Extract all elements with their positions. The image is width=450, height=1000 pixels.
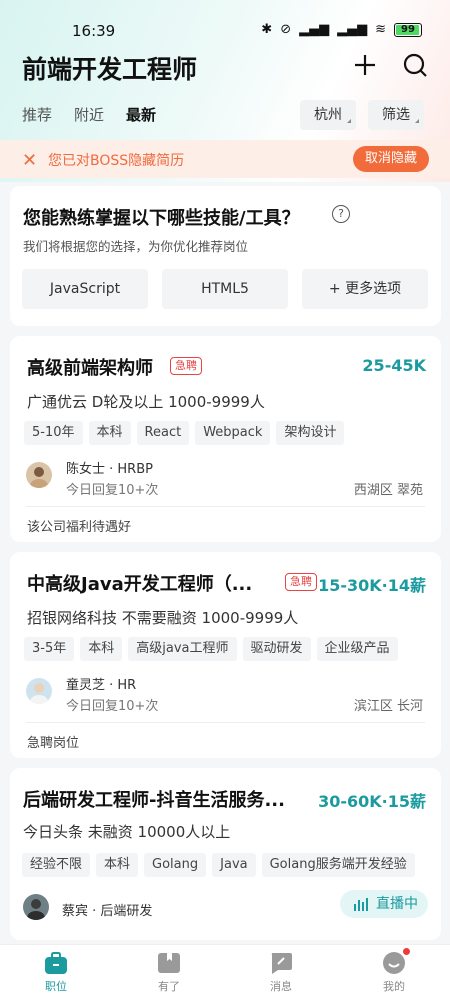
briefcase-icon [44,951,68,975]
reply-rate: 今日回复10+次 [66,483,159,498]
salary: 25-45K [362,356,426,375]
reply-rate: 今日回复10+次 [66,699,159,714]
nav-label: 职位 [45,980,67,993]
job-tags: 5-10年 本科 React Webpack 架构设计 [24,421,345,445]
live-stream-button[interactable]: 直播中 [340,890,428,918]
job-highlight: 急聘岗位 [27,736,80,751]
job-tag: 驱动研发 [242,637,311,661]
close-icon[interactable]: ✕ [22,150,37,171]
battery-icon: 99 [394,22,422,37]
job-card[interactable]: 后端研发工程师-抖音生活服务... 30-60K·15薪 今日头条 未融资 10… [10,768,441,940]
salary: 30-60K·15薪 [318,792,426,811]
job-location: 西湖区 翠苑 [353,483,423,498]
profile-icon [382,948,410,975]
job-tags: 经验不限 本科 Golang Java Golang服务端开发经验 [22,853,415,877]
unhide-button[interactable]: 取消隐藏 [353,146,430,172]
recruiter-name: 童灵芝 · HR [66,678,137,693]
urgent-badge: 急聘 [285,573,317,591]
hidden-resume-banner: ✕ 您已对BOSS隐藏简历 取消隐藏 [0,140,450,178]
tab-recommend[interactable]: 推荐 [22,104,52,125]
signal-icon: ▂▄▆ [299,22,330,37]
message-icon [269,951,293,975]
divider [26,722,425,723]
nav-item-jobs[interactable]: 职位 [21,951,91,994]
banner-text: 您已对BOSS隐藏简历 [48,153,185,169]
search-button[interactable] [400,50,430,80]
job-tag: 经验不限 [22,853,91,877]
avatar [23,894,49,920]
skills-card: 您能熟练掌握以下哪些技能/工具？ ? 我们将根据您的选择，为你优化推荐岗位 Ja… [10,186,441,326]
live-bars-icon [354,898,368,911]
job-card[interactable]: 高级前端架构师 急聘 25-45K 广通优云 D轮及以上 1000-9999人 … [10,336,441,542]
job-title: 中高级Java开发工程师（... [27,574,253,595]
job-tag: Webpack [195,421,271,445]
wifi-icon: ≋ [375,22,386,37]
job-location: 滨江区 长河 [353,699,423,714]
job-tag: 企业级产品 [316,637,398,661]
live-label: 直播中 [376,896,418,912]
job-tag: 5-10年 [24,421,83,445]
search-icon [403,53,427,77]
status-bar: 16:39 ✱ ⊘ ▂▄▆ ▂▄▆ ≋ 99 [0,18,450,44]
book-icon [157,951,181,975]
nav-item-youle[interactable]: 有了 [134,951,204,994]
company-info: 招银网络科技 不需要融资 1000-9999人 [27,609,299,627]
job-tag: 本科 [88,421,131,445]
battery-level: 99 [401,23,415,35]
job-tag: 高级java工程师 [128,637,237,661]
skill-option-html5[interactable]: HTML5 [162,269,288,309]
skill-option-javascript[interactable]: JavaScript [22,269,148,309]
help-icon[interactable]: ? [332,205,350,223]
job-tag: Golang [144,853,207,877]
avatar [26,462,52,488]
job-tag: 本科 [96,853,139,877]
page-title: 前端开发工程师 [22,55,198,84]
city-filter-button[interactable]: 杭州 [300,100,356,130]
job-title: 后端研发工程师-抖音生活服务... [23,790,285,811]
urgent-badge: 急聘 [170,357,202,375]
signal-icon-2: ▂▄▆ [337,22,368,37]
job-card[interactable]: 中高级Java开发工程师（... 急聘 15-30K·14薪 招银网络科技 不需… [10,552,441,758]
job-tag: 3-5年 [24,637,75,661]
tab-nearby[interactable]: 附近 [74,104,104,125]
more-options-button[interactable]: + 更多选项 [302,269,428,309]
tab-latest[interactable]: 最新 [126,104,156,125]
nav-label: 有了 [158,980,180,993]
recruiter-name: 陈女士 · HRBP [66,462,153,477]
nav-item-messages[interactable]: 消息 [246,951,316,994]
nav-item-me[interactable]: 我的 [359,948,429,994]
nav-label: 我的 [383,980,405,993]
notification-dot [403,948,410,955]
filter-button[interactable]: 筛选 [368,100,424,130]
plus-icon [355,55,375,75]
salary: 15-30K·14薪 [318,576,426,595]
skills-subtitle: 我们将根据您的选择，为你优化推荐岗位 [23,239,249,254]
job-tabs: 推荐 附近 最新 [22,104,156,125]
avatar [26,678,52,704]
status-icons: ✱ ⊘ ▂▄▆ ▂▄▆ ≋ 99 [261,22,422,37]
status-time: 16:39 [72,22,116,40]
add-button[interactable] [350,50,380,80]
job-tags: 3-5年 本科 高级java工程师 驱动研发 企业级产品 [24,637,398,661]
job-tag: React [136,421,190,445]
job-highlight: 该公司福利待遇好 [27,520,132,535]
skills-title: 您能熟练掌握以下哪些技能/工具？ [23,208,300,229]
company-info: 广通优云 D轮及以上 1000-9999人 [27,393,265,411]
divider [26,506,425,507]
nav-label: 消息 [270,980,292,993]
recruiter-name: 蔡宾 · 后端研发 [62,904,153,919]
job-tag: Golang服务端开发经验 [261,853,415,877]
job-tag: 本科 [80,637,123,661]
company-info: 今日头条 未融资 10000人以上 [23,823,231,841]
job-tag: 架构设计 [276,421,345,445]
bluetooth-icon: ✱ [261,22,273,37]
bottom-nav: 职位 有了 消息 我的 [0,944,450,1000]
job-title: 高级前端架构师 [27,358,153,379]
job-tag: Java [212,853,256,877]
mute-icon: ⊘ [280,22,292,37]
